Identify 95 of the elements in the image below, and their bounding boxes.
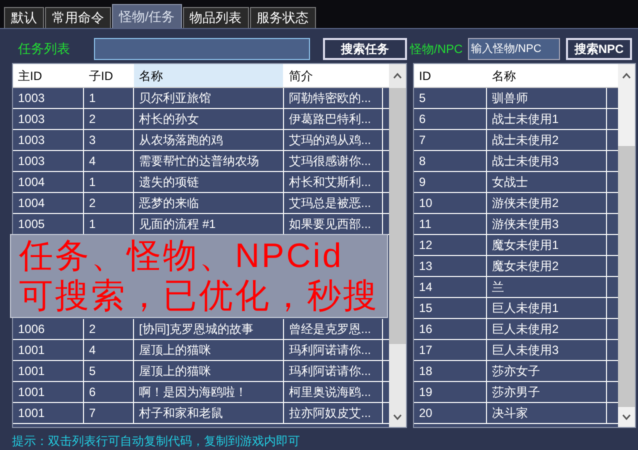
column-header[interactable]: 名称 xyxy=(134,64,284,87)
table-cell: 9 xyxy=(414,172,487,192)
table-cell: 巨人未使用3 xyxy=(487,340,607,360)
table-cell: 村长和艾斯利... xyxy=(284,172,383,192)
table-cell: 1 xyxy=(84,88,134,108)
table-cell: 需要帮忙的达普纳农场 xyxy=(134,151,284,171)
search-button[interactable]: 搜索NPC xyxy=(566,38,632,60)
tab[interactable]: 物品列表 xyxy=(182,7,249,28)
table-cell: 女战士 xyxy=(487,172,607,192)
table-cell: 2 xyxy=(84,193,134,213)
table-cell: 恶梦的来临 xyxy=(134,193,284,213)
scrollbar[interactable] xyxy=(389,64,406,427)
table-cell: 从农场落跑的鸡 xyxy=(134,130,284,150)
table-cell: 战士未使用2 xyxy=(487,130,607,150)
table-cell: 魔女未使用2 xyxy=(487,256,607,276)
tab[interactable]: 怪物/任务 xyxy=(112,4,182,28)
table-cell: 2 xyxy=(84,109,134,129)
table-cell: 10 xyxy=(414,193,487,213)
table-cell: 1003 xyxy=(13,88,84,108)
table-cell: 11 xyxy=(414,214,487,234)
table-cell: 5 xyxy=(84,361,134,381)
table-cell: 游侠未使用3 xyxy=(487,214,607,234)
scroll-thumb[interactable] xyxy=(389,88,406,344)
table-cell: 1003 xyxy=(13,130,84,150)
tab[interactable]: 常用命令 xyxy=(45,7,111,28)
table-cell: 1004 xyxy=(13,172,84,192)
table-cell: 阿勒特密欧的... xyxy=(284,88,383,108)
table-cell: 4 xyxy=(84,340,134,360)
table-cell: 村子和家和老鼠 xyxy=(134,403,284,423)
scrollbar[interactable] xyxy=(618,64,635,427)
scroll-thumb[interactable] xyxy=(618,146,635,408)
table-cell: 1004 xyxy=(13,193,84,213)
table-cell: 莎亦男子 xyxy=(487,382,607,402)
table-cell: 3 xyxy=(84,130,134,150)
task-search-field[interactable] xyxy=(94,38,310,60)
table-cell: 15 xyxy=(414,298,487,318)
table-cell: 遗失的项链 xyxy=(134,172,284,192)
hint-text: 提示：双击列表行可自动复制代码，复制到游戏内即可 xyxy=(12,433,301,450)
table-cell: 艾玛很感谢你... xyxy=(284,151,383,171)
table-cell: 1001 xyxy=(13,340,84,360)
table-cell: 决斗家 xyxy=(487,403,607,423)
table-cell: 巨人未使用1 xyxy=(487,298,607,318)
section-label: 任务列表 xyxy=(18,40,71,58)
table-cell: 17 xyxy=(414,340,487,360)
table-cell: 1001 xyxy=(13,361,84,381)
table-cell: 战士未使用3 xyxy=(487,151,607,171)
table-cell: 18 xyxy=(414,361,487,381)
table-cell: 1006 xyxy=(13,319,84,339)
search-button[interactable]: 搜索任务 xyxy=(323,38,407,60)
table-cell: 拉亦阿奴皮艾... xyxy=(284,403,383,423)
table-cell: 巨人未使用2 xyxy=(487,319,607,339)
table-cell: 1 xyxy=(84,172,134,192)
table-cell: 12 xyxy=(414,235,487,255)
npc-search-field[interactable]: 输入怪物/NPC xyxy=(468,38,560,60)
section-label: 怪物/NPC xyxy=(410,41,464,58)
table-cell: 玛利阿诺请你... xyxy=(284,340,383,360)
table-cell: 屋顶上的猫咪 xyxy=(134,361,284,381)
table-cell: 驯兽师 xyxy=(487,88,607,108)
table-cell: 伊葛路巴特利... xyxy=(284,109,383,129)
table-cell: 贝尔利亚旅馆 xyxy=(134,88,284,108)
table-cell: 14 xyxy=(414,277,487,297)
table-cell: 啊！是因为海鸥啦！ xyxy=(134,382,284,402)
table-cell: 魔女未使用1 xyxy=(487,235,607,255)
table-cell: 1003 xyxy=(13,109,84,129)
table-cell: 13 xyxy=(414,256,487,276)
table-cell: 8 xyxy=(414,151,487,171)
table-cell: 屋顶上的猫咪 xyxy=(134,340,284,360)
table-cell: 兰 xyxy=(487,277,607,297)
table-cell: 16 xyxy=(414,319,487,339)
tab[interactable]: 服务状态 xyxy=(250,7,316,28)
table-cell: 1001 xyxy=(13,403,84,423)
table-cell: 艾玛的鸡从鸡... xyxy=(284,130,383,150)
table-cell: 2 xyxy=(84,319,134,339)
table-cell: 6 xyxy=(84,382,134,402)
annotation-text: 可搜索，已优化，秒搜 xyxy=(19,276,379,316)
table-cell: 6 xyxy=(414,109,487,129)
table-cell: 1001 xyxy=(13,382,84,402)
table-cell: 游侠未使用2 xyxy=(487,193,607,213)
table-cell: 7 xyxy=(414,130,487,150)
table-cell: 艾玛总是被恶... xyxy=(284,193,383,213)
annotation-text: 任务、怪物、NPCid xyxy=(19,236,344,276)
table-cell: 曾经是克罗恩... xyxy=(284,319,383,339)
table-cell: 玛利阿诺请你... xyxy=(284,361,383,381)
table-cell: 4 xyxy=(84,151,134,171)
table-cell: 19 xyxy=(414,382,487,402)
table-cell: 7 xyxy=(84,403,134,423)
table-cell: 20 xyxy=(414,403,487,423)
table-cell: 村长的孙女 xyxy=(134,109,284,129)
table-cell: 柯里奥说海鸥... xyxy=(284,382,383,402)
table-cell: 5 xyxy=(414,88,487,108)
table-cell: [协同]克罗恩城的故事 xyxy=(134,319,284,339)
tab[interactable]: 默认 xyxy=(4,7,44,28)
table-cell: 1003 xyxy=(13,151,84,171)
table-cell: 战士未使用1 xyxy=(487,109,607,129)
table-cell: 莎亦女子 xyxy=(487,361,607,381)
